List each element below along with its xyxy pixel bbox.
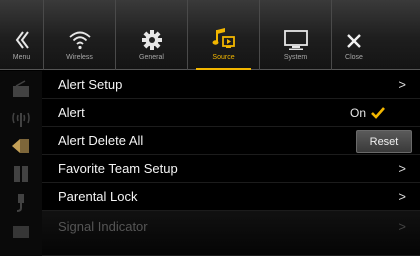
tab-general[interactable]: General [116,0,188,70]
tab-menu[interactable]: Menu [0,0,44,70]
monitor-icon [283,30,308,50]
gear-icon [141,30,162,50]
list-item-favorite-team-setup[interactable]: Favorite Team Setup > [42,155,420,183]
list-item-label: Alert Delete All [58,133,144,148]
chevron-right-icon: > [398,189,406,204]
tab-system[interactable]: System [260,0,332,70]
tab-close-label: Close [345,54,363,61]
toggle-value: On [349,105,366,120]
close-icon [347,34,361,48]
list-item-label: Parental Lock [58,189,138,204]
list-item-alert-delete-all[interactable]: Alert Delete All Reset [42,127,420,155]
alert-toggle[interactable]: On [350,106,386,120]
list-item-label: Favorite Team Setup [58,161,178,176]
top-tab-bar: Menu Wireless General Source System Clos… [0,0,420,70]
speaker-icon [14,166,28,182]
chevron-right-icon: > [398,77,406,92]
list-item-signal-indicator[interactable]: Signal Indicator > [42,211,420,256]
radio-icon [13,80,29,97]
disc-arrow-icon [12,139,29,153]
tab-wireless-label: Wireless [66,54,93,61]
checkmark-icon [371,106,385,119]
chevron-right-icon: > [398,161,406,176]
tab-close[interactable]: Close [332,0,376,70]
wifi-icon [68,31,91,50]
list-item-alert-setup[interactable]: Alert Setup > [42,71,420,99]
chevron-right-icon: > [398,219,406,234]
list-item-label: Alert Setup [58,77,123,92]
card-icon [13,226,29,238]
tab-wireless[interactable]: Wireless [44,0,116,70]
left-icon-strip [0,71,42,256]
chevron-left-icon [15,31,29,49]
music-source-icon [212,28,235,48]
list-item-label: Signal Indicator [58,219,148,234]
plug-icon [16,194,24,212]
list-item-label: Alert [58,105,85,120]
tab-general-label: General [139,54,164,61]
antenna-icon [12,112,30,127]
tab-menu-label: Menu [12,54,31,61]
tab-system-label: System [283,54,308,61]
list-item-alert[interactable]: Alert On [42,99,420,127]
tab-source-label: Source [212,54,235,61]
list-item-parental-lock[interactable]: Parental Lock > [42,183,420,211]
tab-source[interactable]: Source [188,0,260,70]
reset-button[interactable]: Reset [356,130,412,153]
settings-list: Alert Setup > Alert On Alert Delete All … [42,71,420,256]
